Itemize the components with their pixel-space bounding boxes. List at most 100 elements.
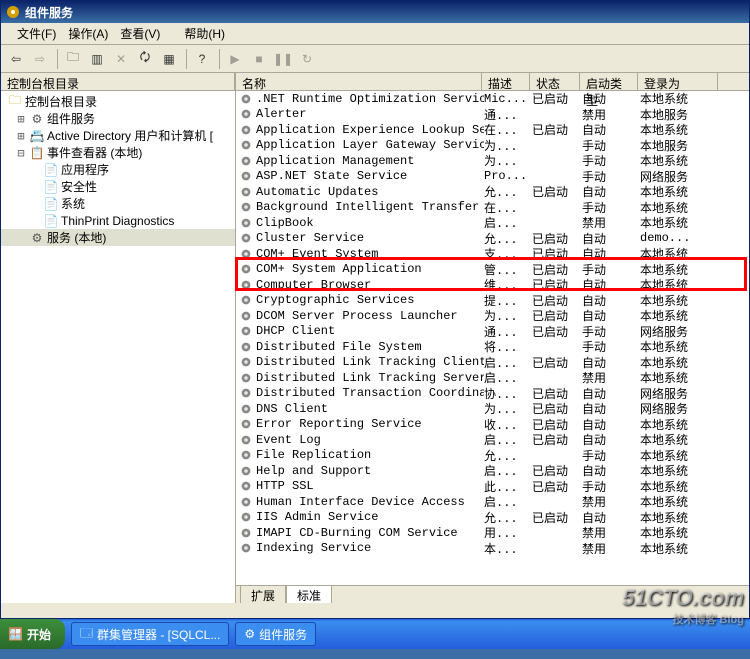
service-name: Application Experience Lookup Service <box>256 123 484 137</box>
menu-action[interactable]: 操作(A) <box>68 25 108 42</box>
tree-event-security[interactable]: 📄 安全性 <box>1 178 235 195</box>
service-row[interactable]: Cluster Service允...已启动自动demo... <box>236 231 749 247</box>
start-button[interactable]: 🪟 开始 <box>0 619 65 649</box>
service-desc: 本... <box>484 540 532 557</box>
collapse-icon[interactable]: ⊟ <box>15 146 27 160</box>
service-row[interactable]: IIS Admin Service允...已启动自动本地系统 <box>236 510 749 526</box>
service-status: 已启动 <box>532 385 582 402</box>
menu-help[interactable]: 帮助(H) <box>184 25 225 42</box>
service-logon: 本地系统 <box>640 307 720 324</box>
tab-standard[interactable]: 标准 <box>286 585 332 603</box>
service-name: Application Layer Gateway Service <box>256 138 484 152</box>
service-desc: 为... <box>484 307 532 324</box>
tree-event-viewer[interactable]: ⊟ 📋 事件查看器 (本地) <box>1 144 235 161</box>
help-button[interactable]: ? <box>191 48 213 70</box>
separator <box>57 49 58 69</box>
tree-services[interactable]: ⚙ 服务 (本地) <box>1 229 235 246</box>
service-row[interactable]: Distributed Transaction Coordinator协...已… <box>236 386 749 402</box>
col-logon[interactable]: 登录为 <box>638 73 718 90</box>
titlebar[interactable]: 组件服务 <box>1 1 749 23</box>
service-row[interactable]: ClipBook启...禁用本地系统 <box>236 215 749 231</box>
service-row[interactable]: Cryptographic Services提...已启动自动本地系统 <box>236 293 749 309</box>
taskbar-item-cluster[interactable]: 🗔 群集管理器 - [SQLCL... <box>71 622 229 646</box>
service-row[interactable]: Indexing Service本...禁用本地系统 <box>236 541 749 557</box>
service-row[interactable]: Alerter通...禁用本地服务 <box>236 107 749 123</box>
restart-button[interactable]: ↻ <box>296 48 318 70</box>
gear-icon <box>238 340 254 354</box>
service-name: IIS Admin Service <box>256 510 484 524</box>
service-row[interactable]: Application Management为...手动本地系统 <box>236 153 749 169</box>
window-title: 组件服务 <box>25 4 73 21</box>
eventlog-icon: 📋 <box>29 146 45 160</box>
service-row[interactable]: Error Reporting Service收...已启动自动本地系统 <box>236 417 749 433</box>
service-row[interactable]: Application Layer Gateway Service为...手动本… <box>236 138 749 154</box>
service-desc: 允... <box>484 183 532 200</box>
expand-icon[interactable]: ⊞ <box>15 112 27 126</box>
export-button[interactable]: ▦ <box>158 48 180 70</box>
service-startup: 手动 <box>582 168 640 185</box>
service-row[interactable]: Event Log启...已启动自动本地系统 <box>236 432 749 448</box>
up-button[interactable]: 🗀 <box>62 48 84 70</box>
service-row[interactable]: Distributed Link Tracking Server启...禁用本地… <box>236 370 749 386</box>
tree-event-apps[interactable]: 📄 应用程序 <box>1 161 235 178</box>
service-logon: 本地系统 <box>640 524 720 541</box>
service-logon: 网络服务 <box>640 323 720 340</box>
tree-header-label[interactable]: 控制台根目录 <box>1 73 235 90</box>
gear-icon <box>238 169 254 183</box>
forward-button[interactable]: ⇨ <box>29 48 51 70</box>
gear-icon <box>238 247 254 261</box>
menu-file[interactable]: 文件(F) <box>17 25 56 42</box>
refresh-button[interactable]: 🗘 <box>134 48 156 70</box>
tree-event-thinprint[interactable]: 📄 ThinPrint Diagnostics <box>1 212 235 229</box>
service-logon: 本地系统 <box>640 369 720 386</box>
col-startup[interactable]: 启动类型 <box>580 73 638 90</box>
service-name: File Replication <box>256 448 484 462</box>
play-button[interactable]: ▶ <box>224 48 246 70</box>
list-body[interactable]: .NET Runtime Optimization Service v...Mi… <box>236 91 749 585</box>
service-row[interactable]: DCOM Server Process Launcher为...已启动自动本地系… <box>236 308 749 324</box>
service-name: IMAPI CD-Burning COM Service <box>256 526 484 540</box>
service-status: 已启动 <box>532 478 582 495</box>
service-startup: 自动 <box>582 121 640 138</box>
tree-comp-svc[interactable]: ⊞ ⚙ 组件服务 <box>1 110 235 127</box>
service-row[interactable]: Distributed Link Tracking Client启...已启动自… <box>236 355 749 371</box>
tab-extended[interactable]: 扩展 <box>240 585 286 603</box>
pause-button[interactable]: ❚❚ <box>272 48 294 70</box>
app-icon <box>5 4 21 20</box>
stop-button[interactable]: ■ <box>248 48 270 70</box>
service-row[interactable]: .NET Runtime Optimization Service v...Mi… <box>236 91 749 107</box>
service-row[interactable]: ASP.NET State ServicePro...手动网络服务 <box>236 169 749 185</box>
service-name: COM+ System Application <box>256 262 484 276</box>
service-name: Automatic Updates <box>256 185 484 199</box>
properties-button[interactable]: ▥ <box>86 48 108 70</box>
tree-ad[interactable]: ⊞ 📇 Active Directory 用户和计算机 [ <box>1 127 235 144</box>
service-row[interactable]: IMAPI CD-Burning COM Service用...禁用本地系统 <box>236 525 749 541</box>
menu-view[interactable]: 查看(V) <box>120 25 160 42</box>
service-row[interactable]: Application Experience Lookup Service在..… <box>236 122 749 138</box>
delete-button[interactable]: ✕ <box>110 48 132 70</box>
service-row[interactable]: Help and Support启...已启动自动本地系统 <box>236 463 749 479</box>
back-button[interactable]: ⇦ <box>5 48 27 70</box>
col-desc[interactable]: 描述 <box>482 73 530 90</box>
col-name[interactable]: 名称 <box>236 73 482 90</box>
service-row[interactable]: DHCP Client通...已启动手动网络服务 <box>236 324 749 340</box>
service-row[interactable]: HTTP SSL此...已启动手动本地系统 <box>236 479 749 495</box>
service-row[interactable]: DNS Client为...已启动自动网络服务 <box>236 401 749 417</box>
service-row[interactable]: COM+ System Application管...已启动手动本地系统 <box>236 262 749 278</box>
service-row[interactable]: COM+ Event System支...已启动自动本地系统 <box>236 246 749 262</box>
service-row[interactable]: File Replication允...手动本地系统 <box>236 448 749 464</box>
tree-event-system[interactable]: 📄 系统 <box>1 195 235 212</box>
log-icon: 📄 <box>43 197 59 211</box>
taskbar-item-compsvc[interactable]: ⚙ 组件服务 <box>235 622 316 646</box>
gear-icon <box>238 185 254 199</box>
expand-icon[interactable]: ⊞ <box>15 129 27 143</box>
service-row[interactable]: Background Intelligent Transfer Ser...在.… <box>236 200 749 216</box>
service-startup: 自动 <box>582 354 640 371</box>
service-row[interactable]: Computer Browser维...已启动自动本地系统 <box>236 277 749 293</box>
tree-root[interactable]: 🗀 控制台根目录 <box>1 93 235 110</box>
col-status[interactable]: 状态 <box>530 73 580 90</box>
service-row[interactable]: Human Interface Device Access启...禁用本地系统 <box>236 494 749 510</box>
gear-icon <box>238 510 254 524</box>
service-row[interactable]: Automatic Updates允...已启动自动本地系统 <box>236 184 749 200</box>
service-row[interactable]: Distributed File System将...手动本地系统 <box>236 339 749 355</box>
